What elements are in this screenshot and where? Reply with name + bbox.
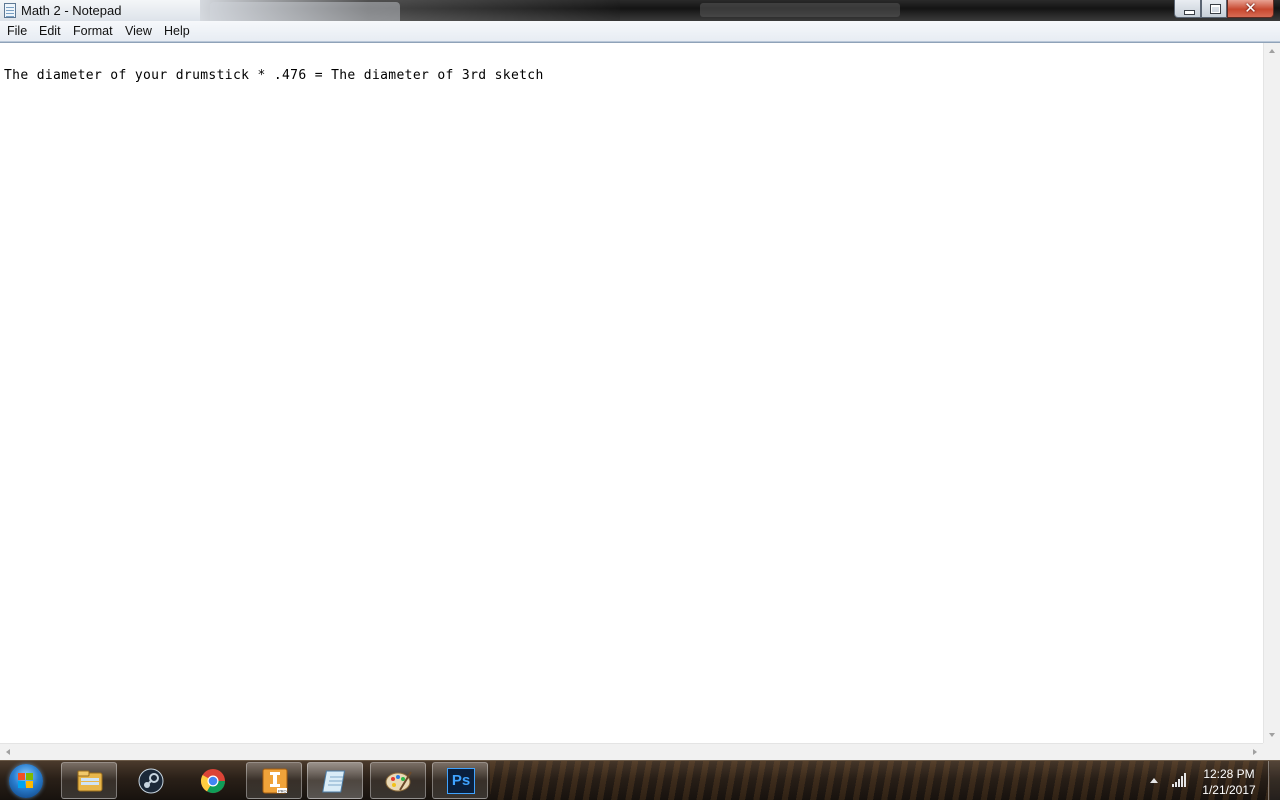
background-window-blur [700, 3, 900, 17]
steam-icon [138, 768, 164, 794]
minimize-button[interactable] [1174, 0, 1201, 18]
taskbar-steam[interactable] [122, 762, 178, 799]
svg-text:PRO: PRO [278, 789, 287, 794]
arrow-right-icon [1253, 749, 1257, 755]
taskbar-paint[interactable] [370, 762, 426, 799]
menu-view[interactable]: View [125, 24, 152, 38]
text-editor[interactable]: The diameter of your drumstick * .476 = … [0, 42, 1280, 760]
document-text[interactable]: The diameter of your drumstick * .476 = … [4, 68, 544, 83]
windows-explorer-icon [77, 770, 103, 792]
show-hidden-icons-icon[interactable] [1150, 778, 1158, 783]
paint-icon [385, 771, 412, 792]
arrow-left-icon [6, 749, 10, 755]
chrome-icon [200, 769, 225, 794]
clock-time: 12:28 PM [1203, 767, 1255, 781]
restore-icon [1210, 4, 1221, 14]
scroll-right-button[interactable] [1247, 744, 1263, 760]
menu-bar: File Edit Format View Help [0, 21, 1280, 42]
minimize-icon [1184, 10, 1195, 15]
start-button[interactable] [5, 763, 47, 799]
windows-flag-icon [18, 773, 34, 789]
window-title: Math 2 - Notepad [21, 3, 122, 18]
taskbar-inventor-pro[interactable]: PRO [246, 762, 302, 799]
network-signal-icon[interactable] [1172, 773, 1188, 787]
taskbar-windows-explorer[interactable] [61, 762, 117, 799]
title-bar[interactable]: Math 2 - Notepad ✕ [0, 0, 1280, 21]
menu-help[interactable]: Help [164, 24, 190, 38]
menu-edit[interactable]: Edit [39, 24, 61, 38]
taskbar-photoshop[interactable]: Ps [432, 762, 488, 799]
photoshop-icon: Ps [447, 768, 475, 794]
clock-date: 1/21/2017 [1202, 783, 1256, 797]
close-icon: ✕ [1244, 0, 1257, 17]
taskbar-notepad[interactable] [307, 762, 363, 799]
notepad-icon [322, 770, 346, 793]
notepad-app-icon[interactable] [4, 3, 16, 18]
close-button[interactable]: ✕ [1227, 0, 1274, 18]
horizontal-scrollbar[interactable] [0, 743, 1263, 760]
arrow-down-icon [1269, 733, 1275, 737]
size-grip[interactable] [1263, 743, 1280, 760]
show-desktop-button[interactable] [1268, 761, 1280, 800]
menu-file[interactable]: File [7, 24, 27, 38]
taskbar-chrome[interactable] [184, 762, 240, 799]
menu-format[interactable]: Format [73, 24, 113, 38]
taskbar: PRO Ps 12:28 PM 1/21/2017 [0, 760, 1280, 800]
background-window-tab [210, 2, 400, 21]
restore-button[interactable] [1201, 0, 1227, 18]
vertical-scrollbar[interactable] [1263, 43, 1280, 743]
scroll-left-button[interactable] [0, 744, 16, 760]
system-clock[interactable]: 12:28 PM 1/21/2017 [1196, 766, 1262, 798]
inventor-pro-icon: PRO [262, 768, 288, 794]
scroll-up-button[interactable] [1264, 43, 1280, 59]
scroll-down-button[interactable] [1264, 727, 1280, 743]
arrow-up-icon [1269, 49, 1275, 53]
